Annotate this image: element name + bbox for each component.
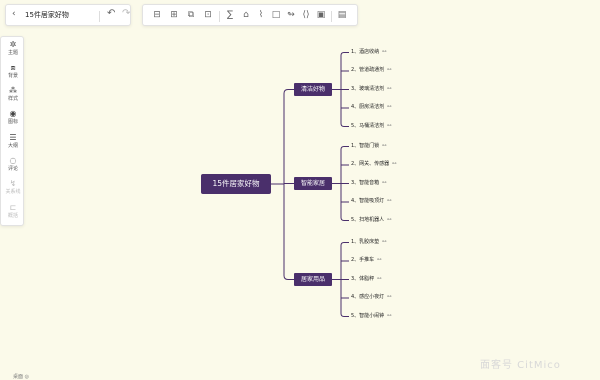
mindmap-branch-node[interactable]: 清洁好物 [294, 83, 332, 96]
mindmap-root-node[interactable]: 15件居家好物 [201, 174, 271, 194]
mindmap-leaf-node[interactable]: 3、智能音箱 ⚯ [351, 180, 386, 187]
link-icon[interactable]: ⚯ [387, 217, 391, 223]
mindmap-leaf-node[interactable]: 5、马桶清洁剂 ⚯ [351, 123, 391, 130]
leaf-label: 4、感应小夜灯 [351, 294, 385, 300]
mindmap-leaf-node[interactable]: 3、玻璃清洁剂 ⚯ [351, 86, 391, 93]
leaf-label: 1、智能门锁 [351, 142, 380, 149]
leaf-connector [340, 313, 349, 317]
mindmap-leaf-node[interactable]: 2、手推车 ⚯ [351, 257, 381, 264]
leaf-connector [340, 146, 349, 150]
link-icon[interactable]: ⚯ [387, 67, 391, 73]
mindmap-branch-node[interactable]: 居家用品 [294, 273, 332, 286]
leaf-label: 5、马桶清洁剂 [351, 122, 385, 129]
mindmap-connectors [271, 52, 349, 317]
leaf-label: 1、乳胶床垫 [351, 238, 380, 245]
watermark: 面客号 CitMico [480, 360, 561, 371]
link-icon[interactable]: ⚯ [377, 276, 381, 282]
leaf-label: 3、体脂秤 [351, 275, 375, 282]
leaf-connector [340, 217, 349, 221]
link-icon[interactable]: ⚯ [387, 86, 391, 92]
leaf-connector [340, 52, 349, 56]
mindmap-leaf-node[interactable]: 2、管道疏通剂 ⚯ [351, 67, 391, 74]
link-icon[interactable]: ⚯ [382, 143, 386, 149]
leaf-label: 2、管道疏通剂 [351, 67, 385, 73]
link-icon[interactable]: ⚯ [392, 161, 396, 167]
branch-connector [283, 89, 294, 94]
leaf-connector [340, 123, 349, 127]
branch-connector [283, 275, 294, 280]
mindmap-leaf-node[interactable]: 4、感应小夜灯 ⚯ [351, 294, 391, 301]
mindmap-branch-node[interactable]: 智能家居 [294, 177, 332, 190]
link-icon[interactable]: ⚯ [387, 104, 391, 110]
mindmap-leaf-node[interactable]: 3、体脂秤 ⚯ [351, 276, 381, 283]
leaf-connector [340, 242, 349, 246]
mindmap-leaf-node[interactable]: 5、智能小闹钟 ⚯ [351, 313, 391, 320]
link-icon[interactable]: ⚯ [387, 313, 391, 319]
link-icon[interactable]: ⚯ [382, 239, 386, 245]
footer-label: 桌面 ◎ [13, 374, 29, 380]
leaf-label: 5、扫地机器人 [351, 216, 385, 223]
leaf-label: 2、手推车 [351, 257, 375, 263]
mindmap-leaf-node[interactable]: 4、智能吸顶灯 ⚯ [351, 198, 391, 205]
mindmap-leaf-node[interactable]: 2、网关、传感器 ⚯ [351, 161, 396, 168]
leaf-label: 1、酒店收纳 [351, 48, 380, 55]
mindmap-leaf-node[interactable]: 4、厨房清洁剂 ⚯ [351, 104, 391, 111]
mindmap-leaf-node[interactable]: 1、酒店收纳 ⚯ [351, 49, 386, 56]
leaf-label: 2、网关、传感器 [351, 161, 390, 167]
link-icon[interactable]: ⚯ [387, 123, 391, 129]
link-icon[interactable]: ⚯ [382, 180, 386, 186]
leaf-label: 5、智能小闹钟 [351, 312, 385, 319]
leaf-label: 3、智能音箱 [351, 179, 380, 186]
mindmap-leaf-node[interactable]: 1、乳胶床垫 ⚯ [351, 239, 386, 246]
mindmap-leaf-node[interactable]: 1、智能门锁 ⚯ [351, 143, 386, 150]
leaf-label: 4、厨房清洁剂 [351, 104, 385, 110]
link-icon[interactable]: ⚯ [382, 49, 386, 55]
link-icon[interactable]: ⚯ [387, 294, 391, 300]
leaf-label: 4、智能吸顶灯 [351, 198, 385, 204]
link-icon[interactable]: ⚯ [377, 257, 381, 263]
mindmap-leaf-node[interactable]: 5、扫地机器人 ⚯ [351, 217, 391, 224]
link-icon[interactable]: ⚯ [387, 198, 391, 204]
leaf-label: 3、玻璃清洁剂 [351, 85, 385, 92]
